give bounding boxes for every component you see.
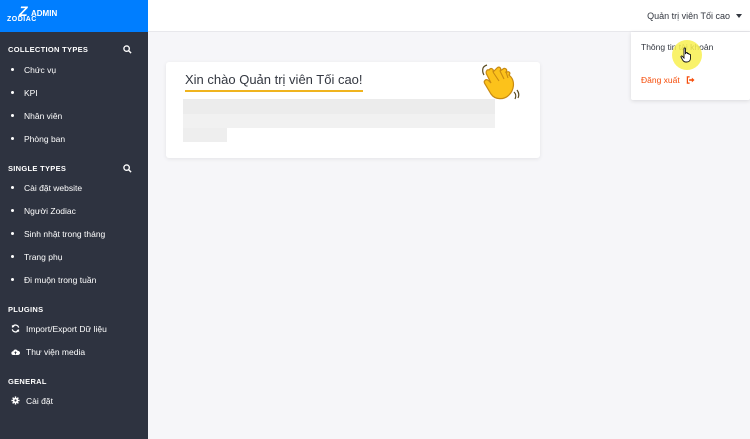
- sidebar-item-label: Import/Export Dữ liệu: [26, 323, 107, 334]
- search-icon[interactable]: [123, 163, 132, 173]
- sidebar-item-di-muon[interactable]: Đi muộn trong tuần: [0, 268, 148, 291]
- single-types-title: SINGLE TYPES: [8, 163, 67, 173]
- general-header: GENERAL: [0, 374, 148, 388]
- sidebar-item-nguoi-zodiac[interactable]: Người Zodiac: [0, 199, 148, 222]
- sidebar-item-nhan-vien[interactable]: Nhân viên: [0, 104, 148, 127]
- blurred-text-line: [183, 99, 495, 114]
- logout-label: Đăng xuất: [641, 75, 680, 85]
- single-types-header: SINGLE TYPES: [0, 161, 148, 175]
- blurred-text-line: [183, 128, 227, 142]
- sign-out-icon: [686, 76, 695, 84]
- logout-link[interactable]: Đăng xuất: [641, 75, 695, 85]
- sidebar-item-cai-dat-website[interactable]: Cài đặt website: [0, 176, 148, 199]
- sidebar-item-phong-ban[interactable]: Phòng ban: [0, 127, 148, 150]
- caret-down-icon: [736, 14, 742, 18]
- bullet-icon: [11, 278, 14, 281]
- plugins-header: PLUGINS: [0, 302, 148, 316]
- sidebar-item-label: Sinh nhật trong tháng: [24, 228, 106, 239]
- bullet-icon: [11, 114, 14, 117]
- general-title: GENERAL: [8, 376, 47, 386]
- collection-types-title: COLLECTION TYPES: [8, 44, 89, 54]
- search-icon[interactable]: [123, 44, 132, 54]
- bullet-icon: [11, 209, 14, 212]
- sidebar-item-sinh-nhat[interactable]: Sinh nhật trong tháng: [0, 222, 148, 245]
- collection-types-header: COLLECTION TYPES: [0, 42, 148, 56]
- sidebar-item-label: Chức vụ: [24, 64, 57, 75]
- sidebar-item-label: Nhân viên: [24, 110, 63, 121]
- cloud-upload-icon: [11, 347, 20, 356]
- sync-icon: [11, 324, 20, 333]
- sidebar-item-settings[interactable]: Cài đặt: [0, 389, 148, 412]
- sidebar-item-kpi[interactable]: KPI: [0, 81, 148, 104]
- bullet-icon: [11, 91, 14, 94]
- bullet-icon: [11, 232, 14, 235]
- sidebar-item-label: Đi muộn trong tuần: [24, 274, 97, 285]
- sidebar-item-label: Phòng ban: [24, 133, 66, 144]
- sidebar-item-chuc-vu[interactable]: Chức vụ: [0, 58, 148, 81]
- sidebar-item-label: Cài đặt website: [24, 182, 83, 193]
- topbar: Quản trị viên Tối cao: [148, 0, 750, 32]
- sidebar-item-label: Người Zodiac: [24, 205, 76, 216]
- bullet-icon: [11, 186, 14, 189]
- sidebar-item-import-export[interactable]: Import/Export Dữ liệu: [0, 317, 148, 340]
- gear-icon: [11, 396, 20, 405]
- waving-hand-icon: [482, 64, 520, 100]
- user-name: Quản trị viên Tối cao: [647, 11, 730, 21]
- blurred-text-line: [183, 114, 495, 128]
- user-menu-button[interactable]: Quản trị viên Tối cao: [647, 0, 742, 32]
- logo-brand: ZODIAC: [7, 16, 37, 23]
- welcome-title: Xin chào Quản trị viên Tối cao!: [185, 72, 363, 92]
- plugins-title: PLUGINS: [8, 304, 44, 314]
- bullet-icon: [11, 68, 14, 71]
- hand-cursor-icon: [680, 47, 691, 63]
- sidebar-item-label: Thư viện media: [26, 346, 86, 357]
- sidebar-item-label: Trang phụ: [24, 251, 63, 262]
- sidebar-item-trang-phu[interactable]: Trang phụ: [0, 245, 148, 268]
- sidebar-item-media-library[interactable]: Thư viện media: [0, 340, 148, 363]
- logo-bar[interactable]: Z ADMIN ZODIAC: [0, 0, 148, 32]
- sidebar-item-label: KPI: [24, 87, 38, 98]
- bullet-icon: [11, 137, 14, 140]
- sidebar: Z ADMIN ZODIAC COLLECTION TYPES Chức vụ …: [0, 0, 148, 439]
- welcome-card: Xin chào Quản trị viên Tối cao!: [166, 62, 540, 158]
- sidebar-item-label: Cài đặt: [26, 395, 53, 406]
- bullet-icon: [11, 255, 14, 258]
- zodiac-logo[interactable]: Z ADMIN ZODIAC: [7, 3, 71, 27]
